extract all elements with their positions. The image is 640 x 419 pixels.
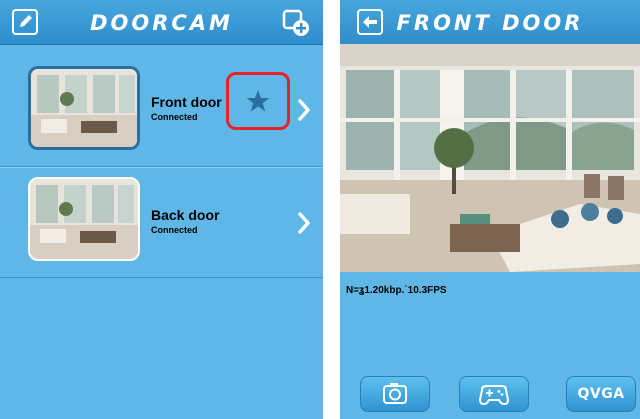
star-icon[interactable] xyxy=(245,88,271,114)
ptz-control-button[interactable] xyxy=(459,376,529,412)
device-name: Back door xyxy=(151,207,220,223)
device-status: Connected xyxy=(151,225,198,235)
add-camera-button[interactable] xyxy=(281,8,311,38)
live-video-feed[interactable] xyxy=(340,44,640,272)
stream-stats: N=ʓ1.20kbp.˙10.3FPS xyxy=(346,285,447,296)
room-video-frame xyxy=(340,44,640,272)
top-bar: DOORCAM xyxy=(0,0,323,45)
resolution-button[interactable]: QVGA xyxy=(566,376,636,412)
device-status: Connected xyxy=(151,112,198,122)
chevron-right-icon[interactable] xyxy=(295,98,313,122)
device-thumbnail xyxy=(28,177,140,261)
chevron-right-icon[interactable] xyxy=(295,211,313,235)
snapshot-button[interactable] xyxy=(360,376,430,412)
device-list-screen: DOORCAM Front door Connected Back door C… xyxy=(0,0,323,419)
app-title: DOORCAM xyxy=(90,11,233,35)
gamepad-icon xyxy=(478,385,510,406)
device-name: Front door xyxy=(151,94,222,110)
device-thumbnail xyxy=(28,66,140,150)
camera-icon xyxy=(383,383,407,404)
device-row-back-door[interactable]: Back door Connected xyxy=(0,167,323,278)
live-view-screen: FRONT DOOR N=ʓ1.20kbp.˙10.3FPS QVGA xyxy=(340,0,640,419)
top-bar: FRONT DOOR xyxy=(340,0,640,45)
camera-title: FRONT DOOR xyxy=(396,11,584,35)
add-camera-icon xyxy=(282,9,309,36)
room-thumbnail xyxy=(30,179,138,259)
room-thumbnail xyxy=(31,69,137,147)
